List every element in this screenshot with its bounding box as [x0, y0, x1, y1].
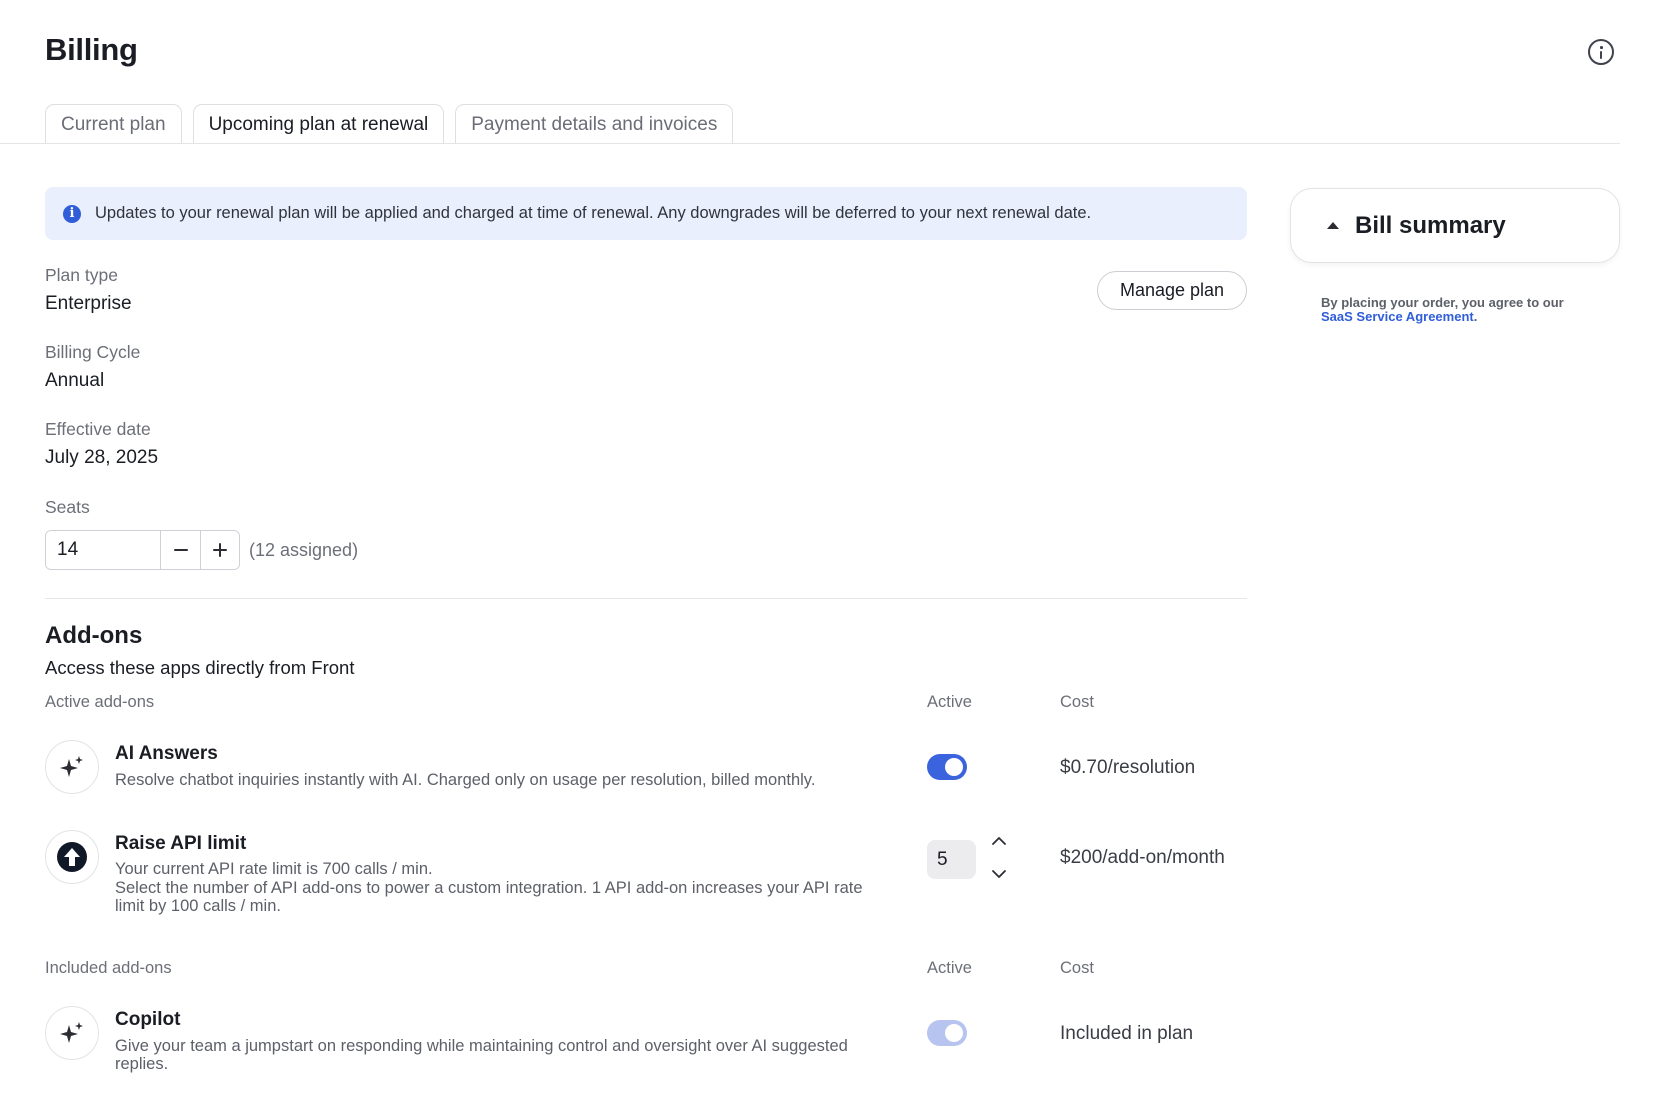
- billing-cycle-label: Billing Cycle: [45, 342, 141, 362]
- tab-upcoming-plan[interactable]: Upcoming plan at renewal: [192, 104, 445, 145]
- included-addons-heading: Included add-ons: [45, 959, 172, 977]
- tab-payment-details[interactable]: Payment details and invoices: [455, 104, 734, 144]
- bill-summary-title: Bill summary: [1355, 211, 1506, 239]
- addon-cost-raise-api: $200/add-on/month: [1060, 847, 1225, 868]
- seats-input[interactable]: [46, 531, 161, 569]
- plus-icon: [213, 543, 227, 557]
- addons-title: Add-ons: [45, 622, 143, 649]
- billing-cycle-value: Annual: [45, 370, 105, 391]
- chevron-down-icon[interactable]: [990, 865, 1008, 883]
- cost-column-heading: Cost: [1060, 693, 1094, 711]
- plan-type-value: Enterprise: [45, 293, 132, 314]
- page-title: Billing: [45, 32, 138, 67]
- active-addons-heading: Active add-ons: [45, 693, 155, 711]
- tab-current-plan[interactable]: Current plan: [45, 104, 182, 144]
- seats-decrement-button[interactable]: [161, 531, 200, 569]
- minus-icon: [173, 549, 188, 551]
- effective-date-label: Effective date: [45, 419, 151, 439]
- seats-increment-button[interactable]: [200, 531, 239, 569]
- api-addon-quantity-input[interactable]: [927, 840, 976, 879]
- addon-desc-raise-api-current: Your current API rate limit is 700 calls…: [115, 860, 433, 878]
- included-cost-column-heading: Cost: [1060, 959, 1094, 977]
- addon-desc-ai-answers: Resolve chatbot inquiries instantly with…: [115, 771, 816, 789]
- seats-label: Seats: [45, 497, 90, 517]
- addon-name-raise-api: Raise API limit: [115, 833, 247, 854]
- sparkle-icon: [45, 740, 99, 794]
- banner-text: Updates to your renewal plan will be app…: [95, 204, 1092, 222]
- info-filled-icon: i: [63, 204, 81, 223]
- caret-up-icon: [1327, 222, 1339, 229]
- addon-desc-raise-api-details: Select the number of API add-ons to powe…: [115, 879, 863, 915]
- agreement-text: By placing your order, you agree to our: [1321, 295, 1564, 310]
- info-circle-icon[interactable]: [1588, 39, 1614, 65]
- plan-type-label: Plan type: [45, 265, 118, 285]
- active-column-heading: Active: [927, 693, 972, 711]
- manage-plan-button[interactable]: Manage plan: [1097, 271, 1247, 310]
- agreement-note: By placing your order, you agree to our …: [1321, 296, 1564, 324]
- addon-desc-copilot: Give your team a jumpstart on responding…: [115, 1037, 848, 1073]
- tabs-divider: [0, 143, 1620, 144]
- addon-cost-copilot: Included in plan: [1060, 1023, 1194, 1044]
- seats-assigned-count: (12 assigned): [249, 539, 359, 560]
- addon-name-ai-answers: AI Answers: [115, 743, 218, 764]
- copilot-toggle: [927, 1020, 967, 1046]
- effective-date-value: July 28, 2025: [45, 447, 159, 468]
- saas-agreement-link[interactable]: SaaS Service Agreement: [1321, 309, 1474, 324]
- renewal-info-banner: i Updates to your renewal plan will be a…: [45, 187, 1247, 240]
- bill-summary-toggle[interactable]: Bill summary: [1290, 188, 1620, 263]
- seats-stepper: (12 assigned): [45, 530, 358, 570]
- chevron-up-icon[interactable]: [990, 832, 1008, 850]
- arrow-up-circle-icon: [45, 830, 99, 884]
- sparkle-icon: [45, 1006, 99, 1060]
- addon-cost-ai-answers: $0.70/resolution: [1060, 757, 1196, 778]
- included-active-column-heading: Active: [927, 959, 972, 977]
- section-divider: [45, 598, 1247, 599]
- tab-bar: Current plan Upcoming plan at renewal Pa…: [45, 104, 734, 145]
- agreement-period: .: [1473, 309, 1478, 324]
- ai-answers-toggle[interactable]: [927, 754, 967, 780]
- addons-subtitle: Access these apps directly from Front: [45, 657, 355, 678]
- addon-name-copilot: Copilot: [115, 1009, 181, 1030]
